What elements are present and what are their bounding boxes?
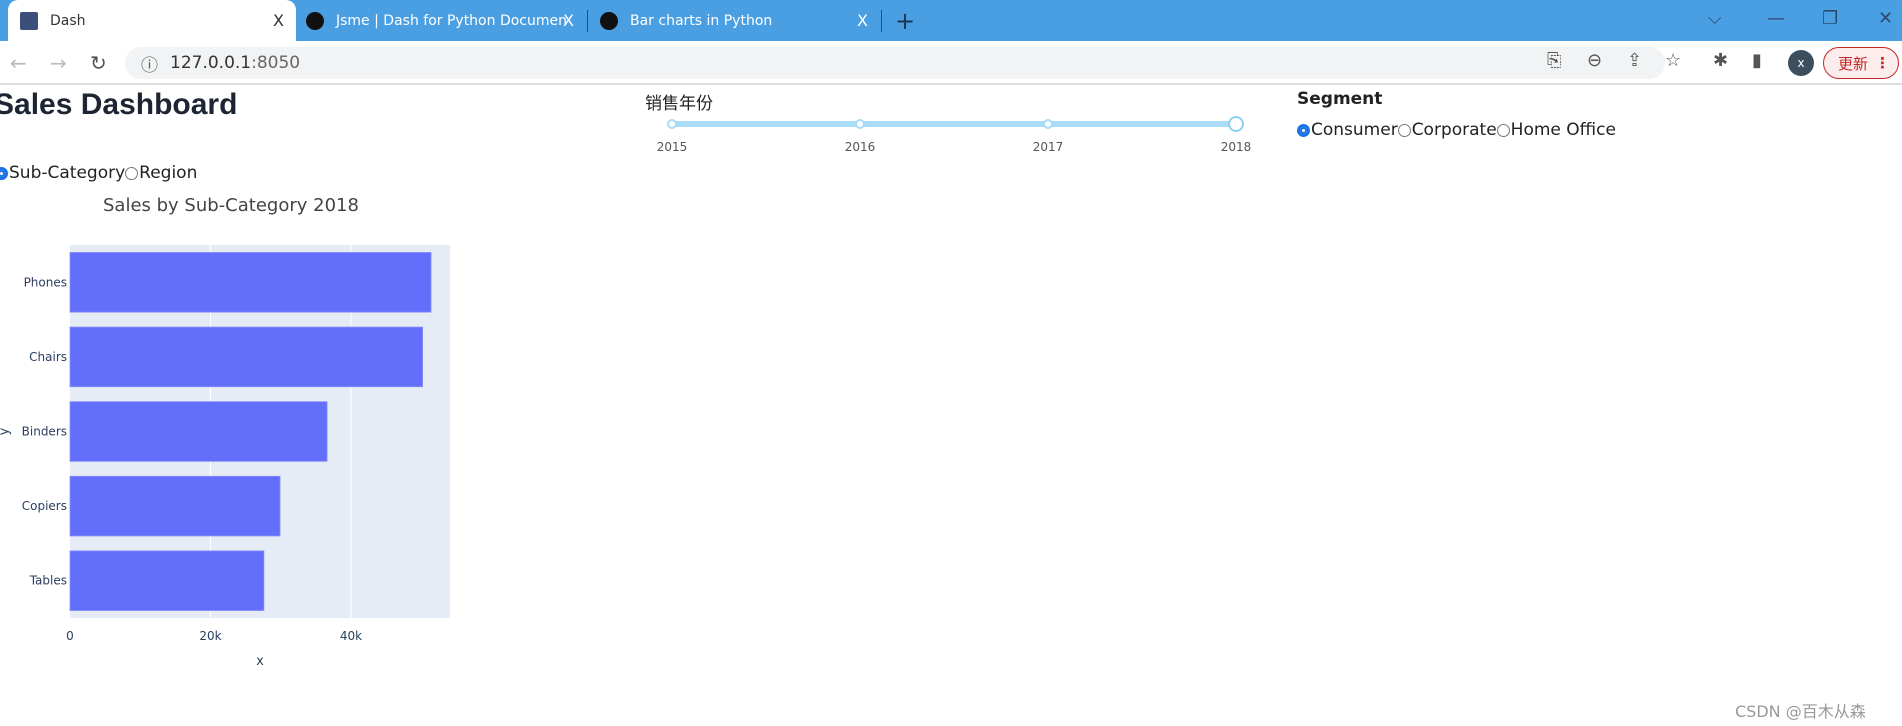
segment-label: Segment <box>1297 89 1383 109</box>
radio-sub-category[interactable] <box>0 166 8 180</box>
radio-label: Home Office <box>1510 120 1616 140</box>
profile-avatar[interactable]: x <box>1788 50 1814 76</box>
restore-icon[interactable]: ❐ <box>1822 8 1838 29</box>
close-window-icon[interactable]: ✕ <box>1878 8 1893 29</box>
slider-mark-dot[interactable] <box>667 119 677 129</box>
slider-mark-label[interactable]: 2016 <box>845 140 876 154</box>
slider-mark-dot[interactable] <box>1043 119 1053 129</box>
url-host: 127.0.0.1 <box>170 53 252 73</box>
info-icon: ⓘ <box>141 55 158 76</box>
zoom-out-icon[interactable]: ⊖ <box>1587 50 1602 71</box>
bar-chairs <box>69 326 424 388</box>
radio-region[interactable] <box>125 166 139 180</box>
x-tick-label: 40k <box>340 629 362 643</box>
close-tab-icon[interactable]: X <box>857 11 868 30</box>
watermark: CSDN @百木从森 <box>1735 702 1866 721</box>
slider-mark-label[interactable]: 2018 <box>1221 140 1252 154</box>
y-axis-title: y <box>0 427 12 435</box>
address-bar: ← → ↻ ⓘ 127.0.0.1:8050 <box>0 41 1902 85</box>
radio-label: Sub-Category <box>9 163 126 183</box>
forward-icon[interactable]: → <box>50 51 67 75</box>
slider-mark-label[interactable]: 2015 <box>657 140 688 154</box>
y-tick-label: Tables <box>29 574 67 588</box>
tab-title: Dash <box>50 12 86 29</box>
tab-jsme[interactable]: Jsme | Dash for Python Documen X <box>306 0 586 41</box>
bar-tables <box>69 550 265 611</box>
radio-consumer[interactable] <box>1297 123 1310 137</box>
close-tab-icon[interactable]: X <box>563 11 574 30</box>
year-slider-handle[interactable] <box>1228 116 1244 132</box>
reload-icon[interactable]: ↻ <box>90 51 107 75</box>
year-slider-label: 销售年份 <box>645 94 713 114</box>
tab-title: Jsme | Dash for Python Documen <box>336 12 567 29</box>
update-label: 更新 <box>1838 54 1869 73</box>
x-tick-label: 20k <box>199 629 221 643</box>
segment-radio-group: Consumer Corporate Home Office <box>1297 120 1616 140</box>
y-tick-label: Binders <box>22 425 67 439</box>
group-by-radio-group: Sub-Category Region <box>0 163 197 183</box>
page-title: Sales Dashboard <box>0 88 238 121</box>
radio-label: Consumer <box>1311 120 1398 140</box>
tab-separator <box>881 10 882 32</box>
dash-favicon-icon <box>20 11 38 30</box>
url-port: :8050 <box>251 53 301 73</box>
url-input[interactable]: ⓘ 127.0.0.1:8050 <box>125 47 1665 79</box>
new-tab-button[interactable]: + <box>895 0 915 41</box>
x-tick-label: 0 <box>66 629 74 643</box>
slider-mark-dot[interactable] <box>855 119 865 129</box>
tab-separator <box>587 10 588 32</box>
chart-title: Sales by Sub-Category 2018 <box>103 195 359 216</box>
tab-title: Bar charts in Python <box>630 12 773 29</box>
radio-label: Corporate <box>1411 120 1497 140</box>
extensions-icon[interactable]: ✱ <box>1713 50 1728 71</box>
radio-corporate[interactable] <box>1397 123 1411 137</box>
tab-bar: Dash X Jsme | Dash for Python Documen X Ba… <box>0 0 1902 41</box>
bar-chart: 0 20k 40k Tables Copiers Binders Chairs Phones x… <box>0 245 450 669</box>
bar-binders <box>69 401 328 462</box>
bar-copiers <box>69 475 281 537</box>
close-tab-icon[interactable]: X <box>273 11 284 30</box>
side-panel-icon[interactable]: ▮ <box>1752 50 1762 71</box>
radio-label: Region <box>139 163 198 183</box>
dash-favicon-icon <box>600 11 618 30</box>
x-axis-title: x <box>256 654 264 669</box>
bookmark-star-icon[interactable]: ☆ <box>1665 50 1681 71</box>
menu-icon[interactable]: ⋮ <box>1875 54 1890 72</box>
bar-phones <box>69 252 432 313</box>
y-tick-label: Copiers <box>22 499 67 513</box>
dash-favicon-icon <box>306 11 324 30</box>
back-icon[interactable]: ← <box>10 51 27 75</box>
year-slider-track[interactable] <box>672 121 1236 127</box>
y-tick-label: Chairs <box>29 350 67 364</box>
tab-dash[interactable]: Dash X <box>8 0 296 41</box>
translate-icon[interactable]: ⎘ <box>1547 50 1561 71</box>
y-tick-label: Phones <box>24 275 67 289</box>
tab-bar-charts[interactable]: Bar charts in Python X <box>600 0 880 41</box>
slider-mark-label[interactable]: 2017 <box>1033 140 1064 154</box>
tab-search-chevron-icon[interactable]: ⌵ <box>1708 8 1722 29</box>
radio-home-office[interactable] <box>1496 123 1510 137</box>
share-icon[interactable]: ⇪ <box>1627 50 1642 71</box>
update-button[interactable]: 更新 ⋮ <box>1823 47 1899 79</box>
minimize-icon[interactable]: — <box>1767 8 1785 29</box>
